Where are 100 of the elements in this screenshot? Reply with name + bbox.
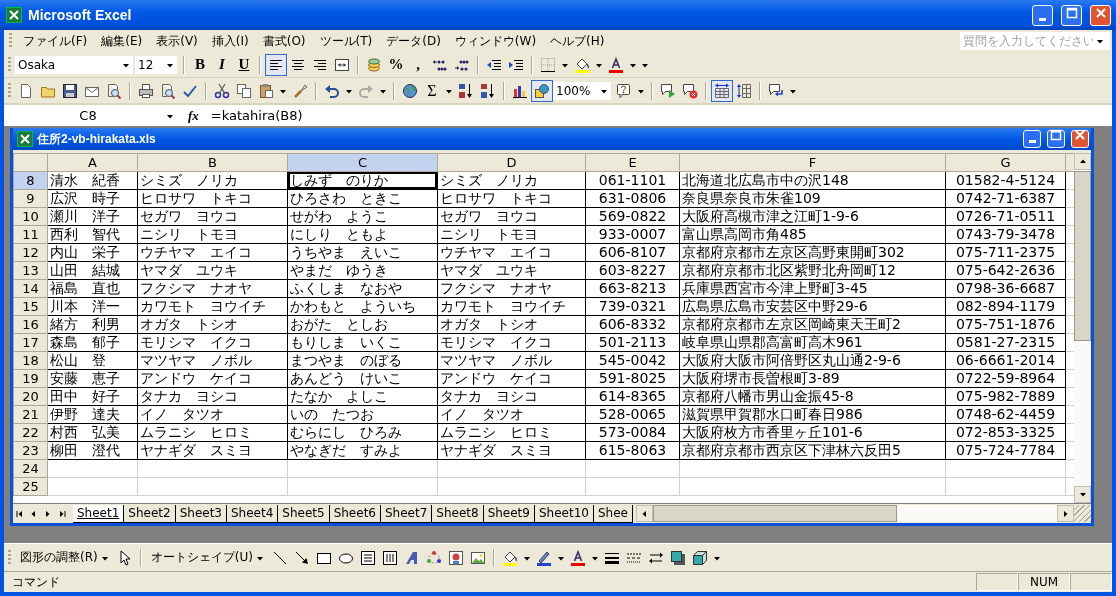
table-cell[interactable]: 森島 郁子 — [47, 333, 138, 352]
scroll-left-button[interactable] — [636, 505, 653, 522]
table-cell[interactable]: セガワ ヨウコ — [137, 207, 288, 226]
table-cell[interactable]: 兵庫県西宮市今津上野町3-45 — [679, 279, 946, 298]
sheet-tab[interactable]: Sheet5 — [277, 504, 330, 523]
table-cell[interactable]: マツヤマ ノボル — [437, 351, 586, 370]
table-cell[interactable]: 大阪府大阪市阿倍野区丸山通2-9-6 — [679, 351, 946, 370]
column-width-button[interactable] — [711, 79, 733, 102]
table-cell[interactable]: 606-8107 — [585, 243, 680, 262]
table-cell[interactable]: 082-894-1179 — [945, 297, 1066, 316]
table-cell[interactable]: 501-2113 — [585, 333, 680, 352]
maximize-button[interactable] — [1061, 4, 1082, 26]
table-cell[interactable]: ウチヤマ エイコ — [137, 243, 288, 262]
percent-style-button[interactable]: % — [385, 53, 407, 76]
table-cell[interactable]: ヤナギダ スミヨ — [437, 441, 586, 460]
table-cell[interactable]: 606-8332 — [585, 315, 680, 334]
table-cell[interactable]: 933-0007 — [585, 225, 680, 244]
table-cell[interactable]: うちやま えいこ — [287, 243, 438, 262]
table-cell[interactable]: シミズ ノリカ — [137, 171, 288, 190]
table-cell[interactable]: ヤナギダ スミヨ — [137, 441, 288, 460]
menu-item[interactable]: ヘルプ(H) — [543, 32, 612, 50]
sheet-tab[interactable]: Shee — [592, 504, 633, 523]
table-cell[interactable]: 075-751-1876 — [945, 315, 1066, 334]
horizontal-scrollbar[interactable] — [636, 505, 1074, 522]
menu-item[interactable]: ファイル(F) — [16, 32, 95, 50]
table-cell[interactable]: 伊野 達夫 — [47, 405, 138, 424]
table-cell[interactable]: 岐阜県山県郡高富町高木961 — [679, 333, 946, 352]
menu-item[interactable]: ウィンドウ(W) — [447, 32, 544, 50]
table-cell[interactable]: 大阪府枚方市香里ヶ丘101-6 — [679, 423, 946, 442]
autosum-button[interactable]: Σ — [421, 79, 443, 102]
close-button[interactable] — [1090, 4, 1111, 26]
table-cell[interactable]: おがた としお — [287, 315, 438, 334]
table-cell[interactable]: シミズ ノリカ — [437, 171, 586, 190]
align-left-button[interactable] — [265, 53, 287, 76]
menu-item[interactable]: ツール(T) — [312, 32, 380, 50]
table-cell[interactable]: 591-8025 — [585, 369, 680, 388]
toolbar-grip[interactable] — [8, 56, 11, 73]
table-cell[interactable]: にしり ともよ — [287, 225, 438, 244]
table-cell[interactable]: 569-0822 — [585, 207, 680, 226]
close-button[interactable] — [1071, 130, 1089, 148]
autoshapes-menu-button[interactable]: オートシェイプ(U) — [145, 546, 269, 569]
menu-item[interactable]: 書式(O) — [255, 32, 313, 50]
table-cell[interactable]: 0581-27-2315 — [945, 333, 1066, 352]
sheet-tab[interactable]: Sheet8 — [431, 504, 484, 523]
table-cell[interactable]: 075-982-7889 — [945, 387, 1066, 406]
table-cell[interactable]: 滋賀県甲賀郡水口町春日986 — [679, 405, 946, 424]
table-cell[interactable]: 内山 栄子 — [47, 243, 138, 262]
table-cell[interactable]: ムラニシ ヒロミ — [137, 423, 288, 442]
sheet-tab[interactable]: Sheet10 — [533, 504, 594, 523]
table-cell[interactable]: 京都府京都市左京区岡崎東天王町2 — [679, 315, 946, 334]
minimize-button[interactable] — [1023, 130, 1041, 148]
table-cell[interactable]: 田中 好子 — [47, 387, 138, 406]
bold-button[interactable]: B — [189, 53, 211, 76]
shapes-button[interactable] — [531, 79, 553, 102]
table-cell[interactable]: たなか よしこ — [287, 387, 438, 406]
table-cell[interactable]: 川本 洋一 — [47, 297, 138, 316]
table-cell[interactable]: もりしま いくこ — [287, 333, 438, 352]
table-cell[interactable]: タナカ ヨシコ — [137, 387, 288, 406]
menu-item[interactable]: データ(D) — [379, 32, 448, 50]
table-cell[interactable]: 京都府八幡市男山金振45-8 — [679, 387, 946, 406]
table-cell[interactable]: オガタ トシオ — [137, 315, 288, 334]
toolbar-grip[interactable] — [8, 82, 11, 99]
table-cell[interactable]: オガタ トシオ — [437, 315, 586, 334]
sheet-tab[interactable]: Sheet6 — [328, 504, 381, 523]
scroll-thumb[interactable] — [1074, 171, 1091, 341]
table-cell[interactable]: 0748-62-4459 — [945, 405, 1066, 424]
caret-icon[interactable] — [1096, 37, 1104, 45]
table-cell[interactable]: 075-642-2636 — [945, 261, 1066, 280]
table-cell[interactable]: 大阪府堺市長曽根町3-89 — [679, 369, 946, 388]
table-cell[interactable]: 松山 登 — [47, 351, 138, 370]
table-cell[interactable]: 0798-36-6687 — [945, 279, 1066, 298]
table-cell[interactable]: 06-6661-2014 — [945, 351, 1066, 370]
table-cell[interactable]: ひろさわ ときこ — [287, 189, 438, 208]
table-cell[interactable]: まつやま のぼる — [287, 351, 438, 370]
table-cell[interactable]: 京都府京都市西京区下津林六反田5 — [679, 441, 946, 460]
table-cell[interactable]: フクシマ ナオヤ — [137, 279, 288, 298]
sheet-tab[interactable]: Sheet9 — [482, 504, 535, 523]
table-cell[interactable]: 京都府京都市北区紫野北舟岡町12 — [679, 261, 946, 280]
column-header[interactable]: D — [437, 153, 586, 172]
scroll-up-button[interactable] — [1074, 153, 1091, 170]
comma-style-button[interactable]: , — [407, 53, 429, 76]
sheet-tab[interactable]: Sheet1 — [73, 504, 125, 523]
table-cell[interactable]: 075-724-7784 — [945, 441, 1066, 460]
table-cell[interactable]: 631-0806 — [585, 189, 680, 208]
table-cell[interactable]: 奈良県奈良市朱雀109 — [679, 189, 946, 208]
table-cell[interactable]: やまだ ゆうき — [287, 261, 438, 280]
minimize-button[interactable] — [1032, 4, 1053, 26]
table-cell[interactable]: 615-8063 — [585, 441, 680, 460]
table-cell[interactable]: ヤマダ ユウキ — [137, 261, 288, 280]
table-cell[interactable]: 603-8227 — [585, 261, 680, 280]
table-cell[interactable]: 061-1101 — [585, 171, 680, 190]
table-cell[interactable]: かわもと よういち — [287, 297, 438, 316]
table-cell[interactable]: 072-853-3325 — [945, 423, 1066, 442]
table-cell[interactable]: ウチヤマ エイコ — [437, 243, 586, 262]
table-cell[interactable]: 0726-71-0511 — [945, 207, 1066, 226]
table-cell[interactable]: 清水 紀香 — [47, 171, 138, 190]
maximize-button[interactable] — [1047, 130, 1065, 148]
table-cell[interactable]: 663-8213 — [585, 279, 680, 298]
table-cell[interactable]: 573-0084 — [585, 423, 680, 442]
table-cell[interactable]: 富山県高岡市角485 — [679, 225, 946, 244]
